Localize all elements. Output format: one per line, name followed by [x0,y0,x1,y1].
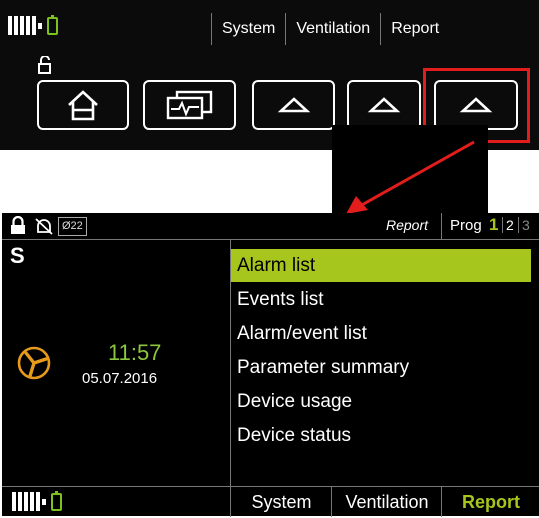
bottom-tab-report[interactable]: Report [441,487,539,517]
clock-date: 05.07.2016 [82,370,158,387]
status-bar: Ø22 Report Prog 1 2 3 [2,213,539,240]
menu-item-alarm-event-list[interactable]: Alarm/event list [231,317,531,350]
tab-report[interactable]: Report [380,13,449,45]
monitor-icon [166,90,212,120]
monitor-soft-key[interactable] [143,80,236,130]
device-screen: Ø22 Report Prog 1 2 3 S 11:57 05.07.2016… [2,213,539,517]
menu-item-device-usage[interactable]: Device usage [231,385,531,418]
lock-icon [11,216,25,234]
up-arrow-icon [277,97,310,113]
home-soft-key[interactable] [37,80,129,130]
menu-item-events-list[interactable]: Events list [231,283,531,316]
battery-icon [47,14,58,35]
bottom-tab-ventilation[interactable]: Ventilation [331,487,442,517]
tab-ventilation[interactable]: Ventilation [285,13,380,45]
pointer-arrow-icon [346,140,475,214]
fan-icon [17,346,51,380]
up-soft-key-1[interactable] [252,80,335,130]
bottom-tab-system[interactable]: System [230,487,332,517]
tab-system[interactable]: System [211,13,285,45]
top-tab-strip: System Ventilation Report [211,13,449,45]
up-soft-key-2[interactable] [347,80,421,130]
o2-readout: Ø22 [58,217,87,236]
menu-item-device-status[interactable]: Device status [231,419,531,452]
mode-letter: S [10,243,25,268]
prog-label: Prog [450,217,482,234]
battery-icon [51,490,62,511]
battery-indicator [8,14,58,35]
battery-indicator-bottom [12,490,62,511]
menu-item-alarm-list[interactable]: Alarm list [231,249,531,282]
prog-page-1[interactable]: 1 [489,215,498,235]
home-icon [68,90,98,121]
prog-page-3[interactable]: 3 [518,217,530,233]
menu-item-parameter-summary[interactable]: Parameter summary [231,351,531,384]
clock-time: 11:57 [108,340,162,365]
context-label: Report [386,217,429,233]
up-arrow-icon [367,97,401,113]
bottom-tab-bar: System Ventilation Report [2,486,539,517]
unlocked-icon [38,56,51,74]
prog-page-2[interactable]: 2 [502,217,514,233]
alarm-muted-icon [35,218,53,235]
